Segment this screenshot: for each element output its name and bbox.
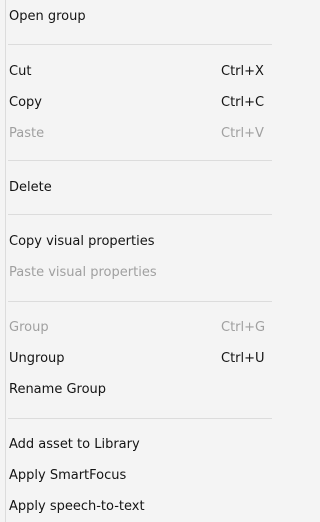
menu-item-label: Apply speech-to-text bbox=[9, 499, 145, 514]
menu-item-open-group[interactable]: Open group bbox=[0, 4, 272, 30]
menu-item-shortcut: Ctrl+V bbox=[221, 126, 264, 141]
menu-separator bbox=[8, 44, 272, 45]
menu-separator bbox=[8, 160, 272, 161]
menu-item-group: Group Ctrl+G bbox=[0, 315, 272, 341]
menu-item-label: Rename Group bbox=[9, 382, 107, 397]
menu-item-add-asset-to-library[interactable]: Add asset to Library bbox=[0, 432, 272, 458]
menu-item-apply-speech-to-text[interactable]: Apply speech-to-text bbox=[0, 494, 272, 520]
menu-item-copy[interactable]: Copy Ctrl+C bbox=[0, 90, 272, 116]
menu-item-shortcut: Ctrl+G bbox=[221, 320, 266, 335]
menu-separator bbox=[8, 418, 272, 419]
menu-item-label: Add asset to Library bbox=[9, 437, 140, 452]
menu-item-label: Group bbox=[9, 320, 49, 335]
menu-item-label: Delete bbox=[9, 180, 52, 195]
menu-item-label: Copy visual properties bbox=[9, 234, 155, 249]
menu-item-label: Apply SmartFocus bbox=[9, 468, 127, 483]
menu-item-cut[interactable]: Cut Ctrl+X bbox=[0, 59, 272, 85]
menu-separator bbox=[8, 214, 272, 215]
menu-item-label: Open group bbox=[9, 9, 86, 24]
menu-item-apply-smartfocus[interactable]: Apply SmartFocus bbox=[0, 463, 272, 489]
menu-item-copy-visual-properties[interactable]: Copy visual properties bbox=[0, 229, 272, 255]
menu-item-rename-group[interactable]: Rename Group bbox=[0, 377, 272, 403]
menu-item-label: Cut bbox=[9, 64, 32, 79]
menu-item-paste: Paste Ctrl+V bbox=[0, 121, 272, 147]
menu-item-label: Paste bbox=[9, 126, 45, 141]
menu-item-delete[interactable]: Delete bbox=[0, 175, 272, 201]
menu-item-shortcut: Ctrl+C bbox=[221, 95, 265, 110]
menu-item-label: Paste visual properties bbox=[9, 265, 157, 280]
menu-item-shortcut: Ctrl+X bbox=[221, 64, 264, 79]
menu-item-label: Copy bbox=[9, 95, 42, 110]
menu-item-shortcut: Ctrl+U bbox=[221, 351, 265, 366]
context-menu: Open group Cut Ctrl+X Copy Ctrl+C Paste … bbox=[0, 0, 272, 522]
menu-item-label: Ungroup bbox=[9, 351, 65, 366]
menu-separator bbox=[8, 301, 272, 302]
menu-item-ungroup[interactable]: Ungroup Ctrl+U bbox=[0, 346, 272, 372]
menu-item-paste-visual-properties: Paste visual properties bbox=[0, 260, 272, 286]
